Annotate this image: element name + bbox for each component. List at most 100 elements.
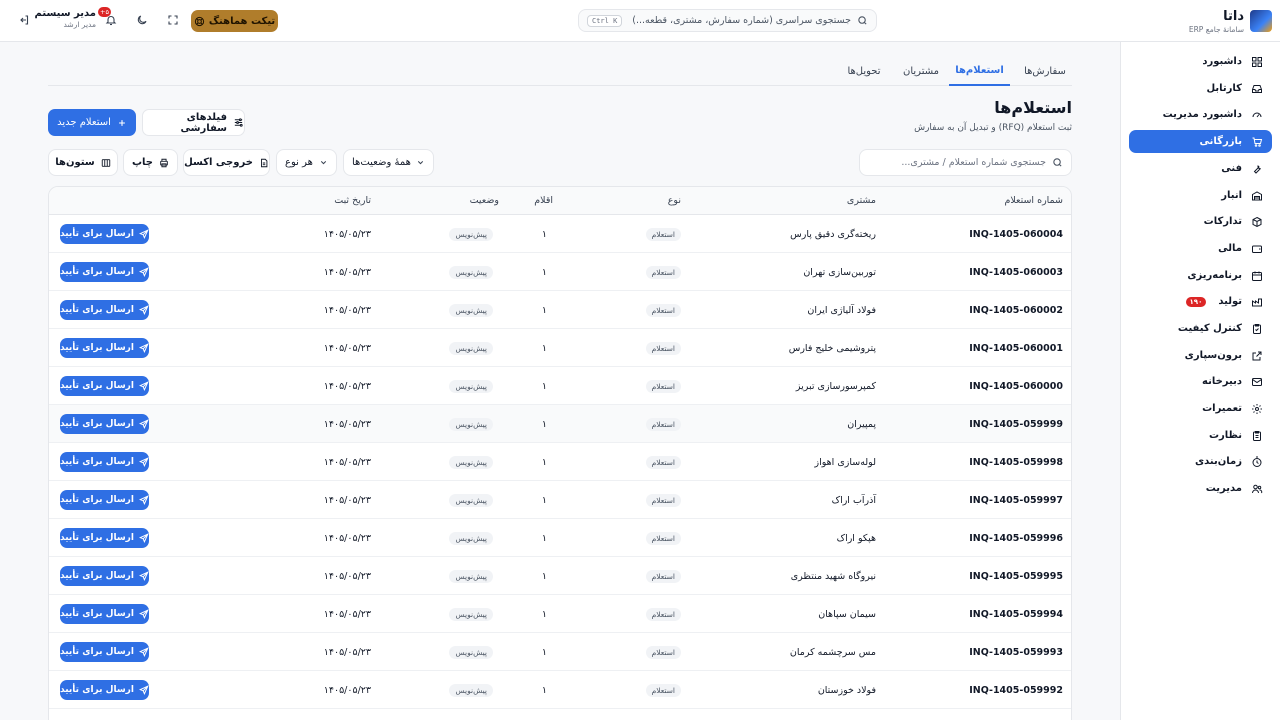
inquiry-number[interactable]: INQ-1405-060003 bbox=[969, 253, 1063, 291]
send-for-approval-button[interactable]: ارسال برای تأیید bbox=[60, 224, 149, 244]
header-date[interactable]: تاریخ ثبت bbox=[334, 187, 371, 215]
send-for-approval-button[interactable]: ارسال برای تأیید bbox=[60, 414, 149, 434]
sidebar-item-scheduling[interactable]: زمان‌بندی bbox=[1129, 450, 1272, 473]
tab-orders[interactable]: سفارش‌ها bbox=[1018, 56, 1072, 86]
columns-button[interactable]: ستون‌ها bbox=[48, 149, 118, 176]
send-for-approval-label: ارسال برای تأیید bbox=[60, 305, 134, 315]
sidebar-item-warehouse[interactable]: انبار bbox=[1129, 184, 1272, 207]
logout-icon[interactable] bbox=[16, 12, 32, 28]
tab-inquiries[interactable]: استعلام‌ها bbox=[949, 56, 1010, 86]
sidebar-item-quality-control[interactable]: کنترل کیفیت bbox=[1129, 317, 1272, 340]
status-cell: پیش‌نویس bbox=[449, 291, 493, 329]
status-badge: پیش‌نویس bbox=[449, 417, 493, 431]
sidebar-item-administration[interactable]: مدیریت bbox=[1129, 477, 1272, 500]
inquiry-number[interactable]: INQ-1405-060001 bbox=[969, 329, 1063, 367]
send-icon bbox=[138, 343, 149, 353]
send-for-approval-button[interactable]: ارسال برای تأیید bbox=[60, 452, 149, 472]
global-search-input[interactable]: جستجوی سراسری (شماره سفارش، مشتری، قطعه.… bbox=[578, 9, 877, 32]
excel-export-button[interactable]: خروجی اکسل bbox=[183, 149, 270, 176]
table-row[interactable]: INQ-1405-060001 پتروشیمی خلیج فارس استعلام… bbox=[49, 329, 1071, 367]
inquiry-number[interactable]: INQ-1405-059998 bbox=[969, 443, 1063, 481]
sidebar-item-maintenance[interactable]: تعمیرات bbox=[1129, 397, 1272, 420]
status-select[interactable]: همهٔ وضعیت‌ها bbox=[343, 149, 434, 176]
moon-icon[interactable] bbox=[134, 12, 150, 28]
sidebar-item-supervision[interactable]: نظارت bbox=[1129, 424, 1272, 447]
send-for-approval-button[interactable]: ارسال برای تأیید bbox=[60, 490, 149, 510]
sidebar-item-management-dashboard[interactable]: داشبورد مدیریت bbox=[1129, 103, 1272, 126]
tab-deliveries[interactable]: تحویل‌ها bbox=[842, 56, 886, 86]
inquiry-number[interactable]: INQ-1405-059993 bbox=[969, 633, 1063, 671]
type-pill: استعلام bbox=[645, 683, 681, 697]
header-customer[interactable]: مشتری bbox=[847, 187, 876, 215]
tab-customers[interactable]: مشتریان bbox=[896, 56, 946, 86]
user-menu[interactable]: مدیر سیستم مدیر ارشد bbox=[35, 8, 96, 29]
inquiry-number[interactable]: INQ-1405-060000 bbox=[969, 367, 1063, 405]
custom-fields-button[interactable]: فیلدهای سفارشی bbox=[142, 109, 245, 136]
send-for-approval-button[interactable]: ارسال برای تأیید bbox=[60, 262, 149, 282]
sidebar-item-inbox[interactable]: کارتابل bbox=[1129, 77, 1272, 100]
header-status[interactable]: وضعیت bbox=[470, 187, 499, 215]
sidebar-item-production[interactable]: تولید ۱۹۰ bbox=[1129, 290, 1272, 313]
date-cell: ۱۴۰۵/۰۵/۲۳ bbox=[323, 418, 371, 430]
type-select[interactable]: هر نوع bbox=[276, 149, 337, 176]
date-cell: ۱۴۰۵/۰۵/۲۳ bbox=[323, 342, 371, 354]
sidebar-item-commerce[interactable]: بازرگانی bbox=[1129, 130, 1272, 153]
sidebar-item-finance[interactable]: مالی bbox=[1129, 237, 1272, 260]
inquiry-search-field[interactable] bbox=[868, 157, 1046, 168]
send-for-approval-button[interactable]: ارسال برای تأیید bbox=[60, 566, 149, 586]
sidebar-item-dashboard[interactable]: داشبورد bbox=[1129, 50, 1272, 73]
table-row[interactable]: INQ-1405-059998 لوله‌سازی اهواز استعلام ۱ پی… bbox=[49, 443, 1071, 481]
sidebar-item-label: مالی bbox=[1218, 243, 1242, 254]
table-row[interactable]: INQ-1405-059999 پمپیران استعلام ۱ پیش‌نویس ۱۴… bbox=[49, 405, 1071, 443]
fullscreen-icon[interactable] bbox=[165, 12, 181, 28]
customer-name: پمپیران bbox=[847, 418, 876, 430]
send-icon bbox=[138, 457, 149, 467]
table-row[interactable]: INQ-1405-059996 هپکو اراک استعلام ۱ پیش‌نویس… bbox=[49, 519, 1071, 557]
table-row[interactable]: INQ-1405-059993 مس سرچشمه کرمان استعلام ۱ پی… bbox=[49, 633, 1071, 671]
send-for-approval-button[interactable]: ارسال برای تأیید bbox=[60, 680, 149, 700]
table-row[interactable]: INQ-1405-060004 ریخته‌گری دقیق پارس استعلا… bbox=[49, 215, 1071, 253]
inquiry-number[interactable]: INQ-1405-059995 bbox=[969, 557, 1063, 595]
sidebar-item-outsourcing[interactable]: برون‌سپاری bbox=[1129, 344, 1272, 367]
inquiry-number[interactable]: INQ-1405-060004 bbox=[969, 215, 1063, 253]
sidebar-item-label: زمان‌بندی bbox=[1194, 456, 1242, 467]
send-for-approval-button[interactable]: ارسال برای تأیید bbox=[60, 528, 149, 548]
sidebar-item-procurement[interactable]: تدارکات bbox=[1129, 210, 1272, 233]
header-number[interactable]: شماره استعلام bbox=[1004, 187, 1063, 215]
table-row[interactable]: INQ-1405-059997 آذرآب اراک استعلام ۱ پیش‌نوی… bbox=[49, 481, 1071, 519]
sidebar-item-planning[interactable]: برنامه‌ریزی bbox=[1129, 264, 1272, 287]
table-row[interactable]: INQ-1405-059994 سیمان سپاهان استعلام ۱ پیش‌ن… bbox=[49, 595, 1071, 633]
chevron-down-icon bbox=[416, 158, 425, 167]
inquiry-number[interactable]: INQ-1405-059999 bbox=[969, 405, 1063, 443]
status-cell: پیش‌نویس bbox=[449, 595, 493, 633]
table-header: شماره استعلام مشتری نوع اقلام وضعیت تاری… bbox=[49, 187, 1071, 215]
inquiry-number[interactable]: INQ-1405-059997 bbox=[969, 481, 1063, 519]
brand[interactable]: داتا سامانهٔ جامع ERP bbox=[1160, 6, 1272, 36]
inquiry-number[interactable]: INQ-1405-060002 bbox=[969, 291, 1063, 329]
inquiry-search-input[interactable] bbox=[859, 149, 1072, 176]
type-pill: استعلام bbox=[645, 227, 681, 241]
table-row[interactable]: INQ-1405-059992 فولاد خوزستان استعلام ۱ پیش‌… bbox=[49, 671, 1071, 709]
customer-name: توربین‌سازی تهران bbox=[803, 266, 876, 278]
new-inquiry-button[interactable]: استعلام جدید bbox=[48, 109, 136, 136]
print-button[interactable]: چاپ bbox=[123, 149, 178, 176]
header-type[interactable]: نوع bbox=[668, 187, 681, 215]
send-for-approval-button[interactable]: ارسال برای تأیید bbox=[60, 300, 149, 320]
sidebar-item-secretariat[interactable]: دبیرخانه bbox=[1129, 370, 1272, 393]
table-row[interactable]: INQ-1405-059995 نیروگاه شهید منتظری استعلا… bbox=[49, 557, 1071, 595]
table-row[interactable]: INQ-1405-060003 توربین‌سازی تهران استعلام ۱… bbox=[49, 253, 1071, 291]
inquiry-number[interactable]: INQ-1405-059992 bbox=[969, 671, 1063, 709]
inquiry-number[interactable]: INQ-1405-059996 bbox=[969, 519, 1063, 557]
send-for-approval-button[interactable]: ارسال برای تأیید bbox=[60, 604, 149, 624]
send-for-approval-button[interactable]: ارسال برای تأیید bbox=[60, 642, 149, 662]
ticket-button[interactable]: تیکت هماهنگ bbox=[191, 10, 278, 32]
header-items[interactable]: اقلام bbox=[534, 187, 553, 215]
send-for-approval-button[interactable]: ارسال برای تأیید bbox=[60, 338, 149, 358]
send-for-approval-label: ارسال برای تأیید bbox=[60, 685, 134, 695]
sidebar-item-technical[interactable]: فنی bbox=[1129, 157, 1272, 180]
customer-name: کمپرسورسازی تبریز bbox=[795, 380, 876, 392]
send-for-approval-button[interactable]: ارسال برای تأیید bbox=[60, 376, 149, 396]
table-row[interactable]: INQ-1405-060002 فولاد آلیاژی ایران استعلام… bbox=[49, 291, 1071, 329]
table-row[interactable]: INQ-1405-060000 کمپرسورسازی تبریز استعلام ۱… bbox=[49, 367, 1071, 405]
inquiry-number[interactable]: INQ-1405-059994 bbox=[969, 595, 1063, 633]
